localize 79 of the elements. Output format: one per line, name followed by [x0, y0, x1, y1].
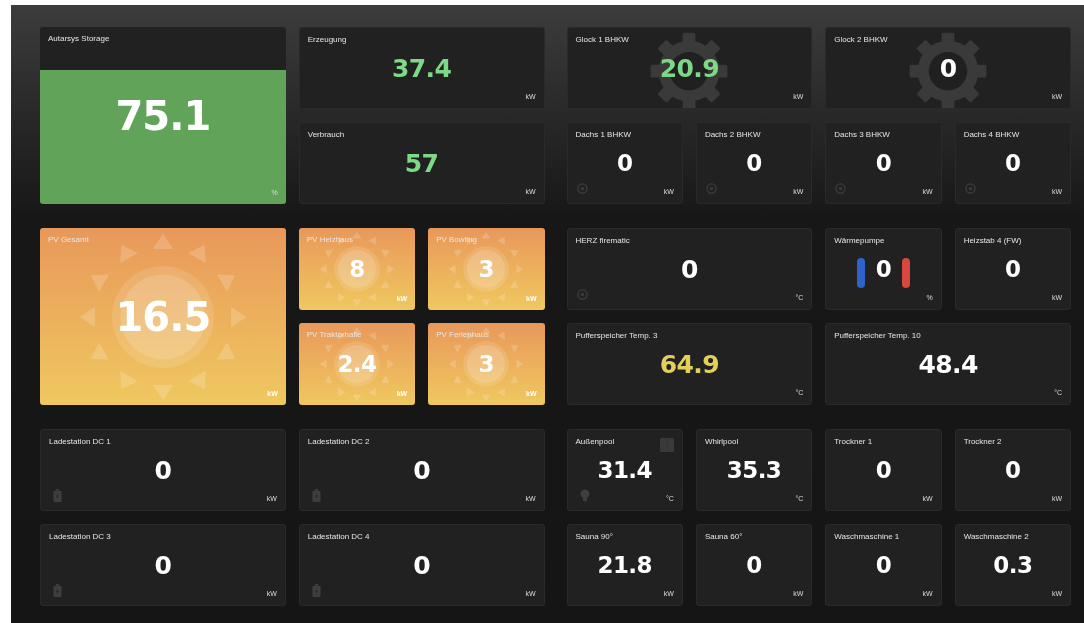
tile-title: Dachs 1 BHKW — [575, 131, 632, 139]
tile-value: 0 — [746, 151, 762, 175]
tile-title: Pufferspeicher Temp. 10 — [834, 332, 921, 340]
tile-value: 64.9 — [659, 351, 719, 377]
tile-title: Ladestation DC 4 — [307, 533, 370, 541]
tile-value: 48.4 — [918, 351, 978, 377]
tile-title: PV Ferienhaus — [436, 331, 490, 339]
tile-title: Außenpool — [575, 438, 615, 446]
tile-value: 0 — [875, 151, 892, 175]
tile-title: Dachs 4 BHKW — [963, 131, 1020, 139]
tile-value: 0 — [413, 457, 430, 483]
tile-value: 0 — [875, 257, 892, 281]
tile-value: 0 — [1005, 458, 1021, 482]
tile-title: Glock 2 BHKW — [834, 36, 888, 44]
tile-title: Trockner 2 — [963, 438, 1002, 446]
tile-title: Ladestation DC 1 — [49, 438, 111, 446]
tile-title: Sauna 60° — [704, 533, 743, 541]
tile-title: Trockner 1 — [834, 438, 873, 446]
battery-icon — [53, 489, 62, 502]
tile-value: 0 — [1005, 151, 1021, 175]
tile-value: 0 — [681, 256, 698, 282]
tile-title: Ladestation DC 2 — [307, 438, 370, 446]
gear-icon — [704, 182, 718, 195]
tile-title: Dachs 3 BHKW — [834, 131, 890, 139]
tile-value: 37.4 — [392, 55, 452, 81]
tile-value: 0 — [875, 553, 892, 577]
gear-icon — [834, 182, 848, 195]
sun-icon — [448, 326, 525, 402]
tile-title: PV Traktorhalle — [306, 331, 362, 339]
sun-icon — [318, 231, 395, 307]
tile-value: 0 — [746, 553, 762, 577]
tile-value: 16.5 — [115, 296, 211, 337]
panel-icon — [659, 438, 674, 452]
gear-icon — [575, 182, 589, 195]
tile-value: 3 — [478, 257, 495, 281]
battery-icon — [53, 584, 62, 597]
tile-value: 2.4 — [337, 352, 377, 376]
bulb-icon — [579, 489, 590, 502]
hot-bar-icon — [901, 257, 910, 288]
sun-icon — [318, 326, 395, 402]
tile-value: 0 — [154, 457, 172, 483]
gear-icon — [963, 182, 977, 195]
tile-title: Glock 1 BHKW — [575, 36, 629, 44]
tile-value: 31.4 — [597, 458, 652, 482]
tile-title: Verbrauch — [307, 131, 345, 139]
tile-value: 0 — [875, 458, 892, 482]
tile-title: Waschmaschine 2 — [963, 533, 1029, 541]
tile-title: Pufferspeicher Temp. 3 — [575, 332, 658, 340]
tile-value: 0.3 — [993, 553, 1033, 577]
tile-title: Wärmepumpe — [834, 237, 885, 245]
tile-value: 21.8 — [597, 553, 652, 577]
tile-value: 57 — [404, 150, 439, 176]
gear-icon — [575, 288, 589, 301]
battery-icon — [311, 489, 321, 502]
tile-value: 0 — [413, 552, 430, 578]
tile-title: Sauna 90° — [575, 533, 613, 541]
tile-title: PV Bowling — [436, 236, 478, 244]
tile-title: HERZ firematic — [575, 237, 630, 245]
tile-title: Autarsys Storage — [48, 35, 110, 43]
tile-value: 0 — [939, 55, 957, 81]
tile-title: Whirlpool — [704, 438, 739, 446]
tile-value: 3 — [478, 352, 495, 376]
tile-value: 75.1 — [115, 95, 211, 136]
tile-value: 8 — [349, 257, 365, 281]
tile-value: 35.3 — [726, 458, 782, 482]
tile-title: Dachs 2 BHKW — [704, 131, 761, 139]
tile-title: PV Heizhaus — [306, 236, 353, 244]
tile-title: Waschmaschine 1 — [834, 533, 900, 541]
tile-value: 20.9 — [659, 55, 719, 81]
tile-value: 0 — [1005, 257, 1021, 281]
cold-bar-icon — [857, 257, 866, 288]
tile-value: 0 — [616, 151, 633, 175]
tile-value: 0 — [154, 552, 172, 578]
battery-icon — [311, 584, 321, 597]
tile-title: Ladestation DC 3 — [49, 533, 111, 541]
tile-title: Erzeugung — [307, 36, 347, 44]
tile-title: Heizstab 4 (FW) — [963, 237, 1022, 245]
sun-icon — [448, 231, 525, 307]
tile-title: PV Gesamt — [48, 236, 89, 244]
